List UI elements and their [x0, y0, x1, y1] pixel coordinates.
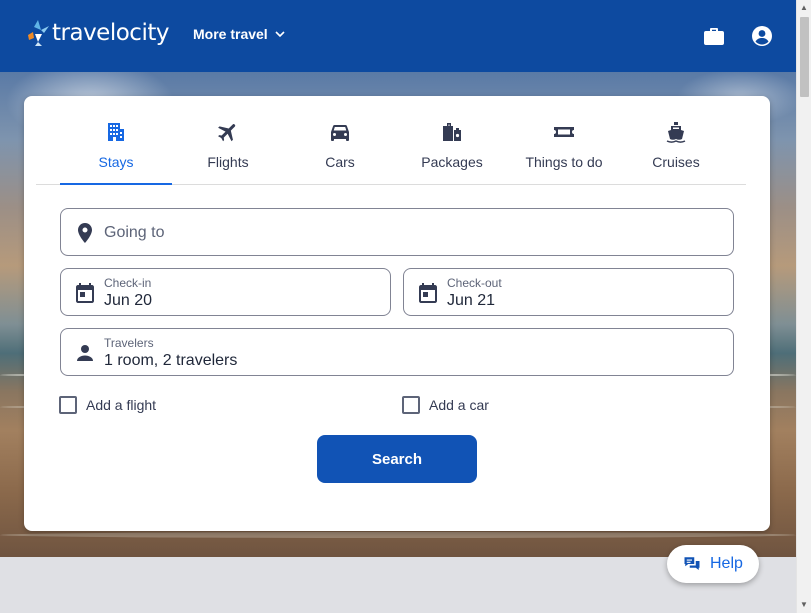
travelers-label: Travelers — [104, 336, 154, 350]
luggage-icon — [443, 123, 461, 141]
destination-field[interactable]: Going to — [60, 208, 734, 256]
tab-cruises[interactable]: Cruises — [620, 112, 732, 184]
checkbox-box[interactable] — [59, 396, 77, 414]
tab-flights[interactable]: Flights — [172, 112, 284, 184]
briefcase-icon[interactable] — [702, 24, 726, 48]
search-button[interactable]: Search — [317, 435, 477, 483]
calendar-icon — [419, 283, 437, 303]
travelers-field[interactable]: Travelers 1 room, 2 travelers — [60, 328, 734, 376]
add-car-checkbox[interactable]: Add a car — [402, 396, 489, 414]
calendar-icon — [76, 283, 94, 303]
scroll-up-icon[interactable]: ▲ — [800, 3, 808, 12]
tab-stays[interactable]: Stays — [60, 112, 172, 185]
location-pin-icon — [78, 223, 92, 243]
chevron-down-icon — [275, 31, 285, 38]
tab-label: Flights — [207, 154, 249, 170]
tab-things-to-do[interactable]: Things to do — [508, 112, 620, 184]
checkin-field[interactable]: Check-in Jun 20 — [60, 268, 391, 316]
destination-placeholder: Going to — [104, 224, 165, 241]
wave-line — [0, 532, 796, 538]
scrollbar-thumb[interactable] — [800, 17, 809, 97]
account-circle-icon[interactable] — [750, 24, 774, 48]
cruise-ship-icon — [666, 122, 686, 143]
tab-label: Things to do — [525, 154, 603, 170]
checkin-label: Check-in — [104, 276, 152, 290]
more-travel-label: More travel — [193, 26, 268, 42]
site-header: travelocity More travel — [0, 0, 796, 72]
checkout-field[interactable]: Check-out Jun 21 — [403, 268, 734, 316]
help-button[interactable]: Help — [667, 545, 759, 583]
airplane-icon — [218, 124, 236, 142]
checkbox-box[interactable] — [402, 396, 420, 414]
tab-label: Cruises — [652, 154, 700, 170]
scroll-down-icon[interactable]: ▼ — [800, 600, 808, 609]
add-flight-label: Add a flight — [86, 397, 157, 413]
page-scrollbar[interactable]: ▲ ▼ — [796, 0, 811, 613]
checkout-label: Check-out — [447, 276, 502, 290]
tab-packages[interactable]: Packages — [396, 112, 508, 184]
help-label: Help — [710, 555, 743, 572]
tab-label: Cars — [325, 154, 355, 170]
travelers-value: 1 room, 2 travelers — [104, 352, 238, 369]
tab-label: Stays — [98, 154, 134, 170]
car-icon — [331, 125, 349, 141]
add-car-label: Add a car — [429, 397, 489, 413]
checkout-value: Jun 21 — [447, 292, 496, 309]
tab-label: Packages — [421, 154, 483, 170]
ticket-icon — [554, 127, 574, 137]
chat-bubbles-icon — [684, 557, 700, 570]
logo-text: travelocity — [52, 20, 169, 46]
search-form-card: Stays Flights Cars Packages Things to do… — [24, 96, 770, 531]
add-flight-checkbox[interactable]: Add a flight — [59, 396, 156, 414]
travelocity-logo[interactable]: travelocity — [24, 18, 169, 48]
person-icon — [77, 345, 93, 361]
more-travel-menu[interactable]: More travel — [193, 26, 286, 42]
checkin-value: Jun 20 — [104, 292, 153, 309]
tab-cars[interactable]: Cars — [284, 112, 396, 184]
product-tabs: Stays Flights Cars Packages Things to do… — [36, 112, 746, 185]
travelocity-star-icon — [28, 20, 49, 46]
hotel-icon — [108, 123, 124, 141]
